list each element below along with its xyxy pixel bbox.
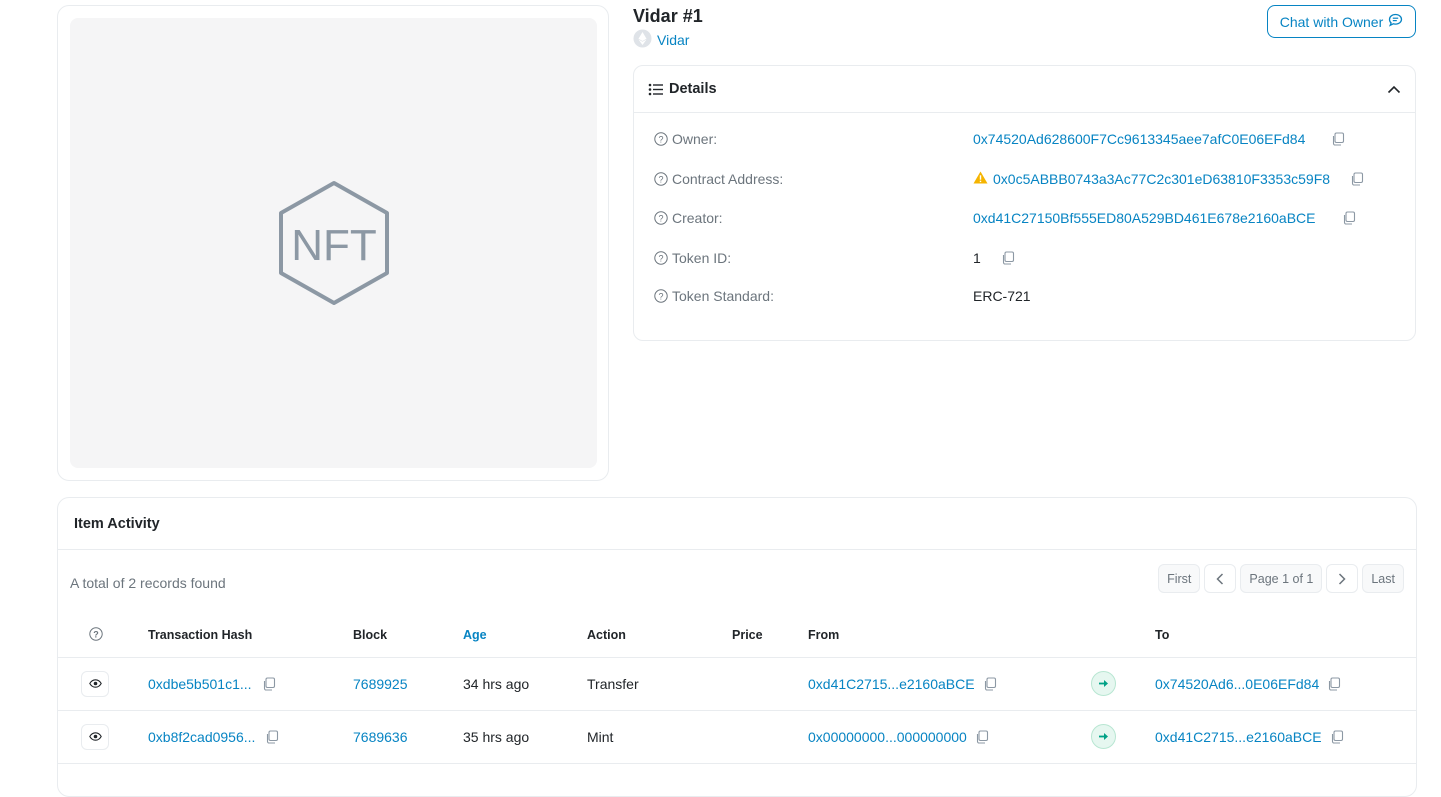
contract-address-link[interactable]: 0x0c5ABBB0743a3Ac77C2c301eD63810F3353c59… <box>993 171 1330 187</box>
nft-logo-icon: NFT <box>278 181 389 305</box>
from-address-link[interactable]: 0xd41C2715...e2160aBCE <box>808 676 975 692</box>
next-page-button[interactable] <box>1326 564 1359 593</box>
column-header-direction <box>1091 614 1155 658</box>
ethereum-icon <box>633 29 652 51</box>
price-cell <box>732 657 808 711</box>
table-row: 0xb8f2cad0956... 7689636 35 hrs ago Mint… <box>58 710 1416 764</box>
records-count: A total of 2 records found <box>70 575 226 591</box>
detail-value-token-standard: ERC-721 <box>973 288 1031 304</box>
copy-icon[interactable] <box>983 676 997 691</box>
nft-image-card: NFT <box>57 5 609 481</box>
details-card: Details ? Owner: 0x74520Ad628600F7Cc9613… <box>633 65 1416 341</box>
view-details-button[interactable] <box>81 723 109 750</box>
chevron-up-icon[interactable] <box>1387 85 1401 94</box>
details-header[interactable]: Details <box>634 66 1415 113</box>
detail-label-creator: ? Creator: <box>654 210 723 226</box>
action-cell: Transfer <box>587 657 732 711</box>
detail-label-contract: ? Contract Address: <box>654 171 783 187</box>
column-header-hash: Transaction Hash <box>148 614 353 658</box>
column-header-from: From <box>808 614 1091 658</box>
nft-image-placeholder: NFT <box>70 18 597 468</box>
warning-icon <box>973 171 988 187</box>
pagination: First Page 1 of 1 Last <box>1158 564 1404 593</box>
to-address-link[interactable]: 0x74520Ad6...0E06EFd84 <box>1155 676 1319 692</box>
activity-table: ? Transaction Hash Block Age Action Pric… <box>58 614 1416 764</box>
action-cell: Mint <box>587 710 732 764</box>
copy-icon[interactable] <box>1342 211 1356 225</box>
creator-address-link[interactable]: 0xd41C27150Bf555ED80A529BD461E678e2160aB… <box>973 210 1316 226</box>
svg-text:?: ? <box>658 254 663 264</box>
block-link[interactable]: 7689925 <box>353 676 408 692</box>
prev-page-button[interactable] <box>1204 564 1237 593</box>
token-id-value: 1 <box>973 250 981 266</box>
page-indicator: Page 1 of 1 <box>1240 564 1323 593</box>
question-icon: ? <box>654 132 668 146</box>
detail-value-token-id: 1 <box>973 250 1015 266</box>
detail-value-contract: 0x0c5ABBB0743a3Ac77C2c301eD63810F3353c59… <box>973 171 1364 187</box>
svg-text:?: ? <box>658 135 663 145</box>
svg-text:?: ? <box>658 292 663 302</box>
eye-icon <box>88 679 102 688</box>
chevron-left-icon <box>1216 572 1224 585</box>
question-icon: ? <box>654 289 668 303</box>
chat-icon <box>1388 13 1403 30</box>
table-row: 0xdbe5b501c1... 7689925 34 hrs ago Trans… <box>58 657 1416 711</box>
eye-icon <box>88 732 102 741</box>
detail-label-token-standard: ? Token Standard: <box>654 288 774 304</box>
question-icon: ? <box>654 211 668 225</box>
detail-label-token-id: ? Token ID: <box>654 250 731 266</box>
tx-hash-link[interactable]: 0xb8f2cad0956... <box>148 729 255 745</box>
details-heading: Details <box>669 81 717 97</box>
copy-icon[interactable] <box>262 676 276 691</box>
question-icon: ? <box>654 172 668 186</box>
from-address-link[interactable]: 0x00000000...000000000 <box>808 729 967 745</box>
svg-text:?: ? <box>658 175 663 185</box>
detail-label-owner: ? Owner: <box>654 131 717 147</box>
nft-logo-text: NFT <box>291 221 377 270</box>
arrow-right-icon <box>1091 724 1116 749</box>
copy-icon[interactable] <box>1327 676 1341 691</box>
copy-icon[interactable] <box>1001 251 1015 265</box>
view-details-button[interactable] <box>81 670 109 697</box>
chat-with-owner-button[interactable]: Chat with Owner <box>1267 5 1416 38</box>
question-icon[interactable]: ? <box>89 627 103 644</box>
info-column-header: ? <box>58 614 148 658</box>
copy-icon[interactable] <box>1331 132 1345 146</box>
to-address-link[interactable]: 0xd41C2715...e2160aBCE <box>1155 729 1322 745</box>
age-cell: 34 hrs ago <box>463 657 587 711</box>
last-page-button[interactable]: Last <box>1362 564 1404 593</box>
table-header-row: ? Transaction Hash Block Age Action Pric… <box>58 614 1416 658</box>
list-icon <box>648 83 663 96</box>
column-header-price: Price <box>732 614 808 658</box>
column-header-block: Block <box>353 614 463 658</box>
collection-name[interactable]: Vidar <box>657 32 689 48</box>
collection-link[interactable]: Vidar <box>633 29 689 51</box>
chevron-right-icon <box>1339 572 1346 585</box>
chat-button-label: Chat with Owner <box>1279 13 1384 30</box>
item-activity-header: Item Activity <box>58 498 1416 550</box>
copy-icon[interactable] <box>265 729 279 744</box>
column-header-to: To <box>1155 614 1416 658</box>
arrow-right-icon <box>1091 671 1116 696</box>
detail-value-owner: 0x74520Ad628600F7Cc9613345aee7afC0E06EFd… <box>973 131 1345 147</box>
copy-icon[interactable] <box>1350 172 1364 186</box>
age-cell: 35 hrs ago <box>463 710 587 764</box>
first-page-button[interactable]: First <box>1158 564 1201 593</box>
column-header-action: Action <box>587 614 732 658</box>
token-standard-value: ERC-721 <box>973 288 1031 304</box>
price-cell <box>732 710 808 764</box>
column-header-age[interactable]: Age <box>463 614 587 658</box>
block-link[interactable]: 7689636 <box>353 729 408 745</box>
detail-value-creator: 0xd41C27150Bf555ED80A529BD461E678e2160aB… <box>973 210 1356 226</box>
owner-address-link[interactable]: 0x74520Ad628600F7Cc9613345aee7afC0E06EFd… <box>973 131 1305 147</box>
tx-hash-link[interactable]: 0xdbe5b501c1... <box>148 676 252 692</box>
copy-icon[interactable] <box>975 729 989 744</box>
svg-text:?: ? <box>93 629 99 639</box>
page-title: Vidar #1 <box>633 6 703 26</box>
question-icon: ? <box>654 251 668 265</box>
item-activity-card: Item Activity A total of 2 records found… <box>57 497 1417 797</box>
svg-text:?: ? <box>658 214 663 224</box>
copy-icon[interactable] <box>1330 729 1344 744</box>
